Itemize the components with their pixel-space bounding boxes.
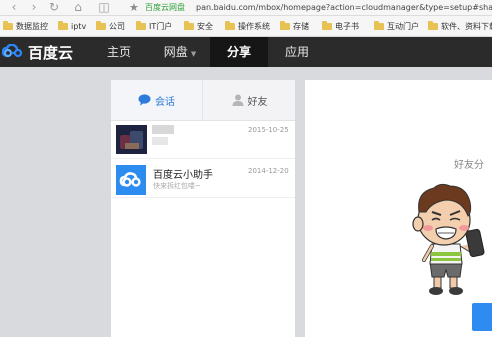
folder-icon [374, 20, 384, 30]
bookmark-folder[interactable]: 数据监控 [3, 16, 48, 36]
avatar [116, 125, 147, 154]
chevron-down-icon: ▼ [190, 50, 197, 58]
nav-home-label: 主页 [106, 45, 131, 59]
nav-home[interactable]: 主页 [98, 37, 140, 67]
site-name: 百度云网盘 [145, 3, 185, 12]
folder-icon [428, 20, 438, 30]
back-icon[interactable]: ‹ [6, 0, 22, 15]
tab-conversations-label: 会话 [155, 96, 175, 108]
conversation-date: 2014-12-20 [248, 167, 289, 175]
chat-bubble-icon [138, 94, 151, 106]
nav-netdisk-label: 网盘 [163, 45, 188, 59]
bookmark-folder[interactable]: 安全 [184, 16, 213, 36]
bookmark-folder[interactable]: 存储 [280, 16, 309, 36]
reload-icon[interactable]: ↻ [46, 0, 62, 15]
bookmark-folder[interactable]: 公司 [96, 16, 125, 36]
nav-apps[interactable]: 应用 [272, 37, 322, 67]
bookmark-folder[interactable]: 电子书 [322, 16, 359, 36]
bookmark-folder[interactable]: 操作系统 [225, 16, 270, 36]
conversation-preview: 快来拆红包喽~ [153, 182, 201, 190]
url-input[interactable]: pan.baidu.com/mbox/homepage?action=cloud… [196, 0, 492, 15]
folder-icon [3, 20, 13, 30]
cloud-logo-icon [2, 44, 23, 58]
assistant-avatar [116, 165, 146, 195]
forward-icon[interactable]: › [26, 0, 42, 15]
nav-apps-label: 应用 [284, 45, 309, 59]
folder-icon [184, 20, 194, 30]
conversation-name: 百度云小助手 [153, 170, 213, 181]
action-button[interactable] [472, 303, 492, 331]
tab-friends-label: 好友 [247, 96, 268, 108]
folder-icon [136, 20, 146, 30]
nav-netdisk[interactable]: 网盘 ▼ [152, 37, 208, 67]
tab-conversations[interactable]: 会话 [111, 80, 202, 120]
logo-text: 百度云 [28, 43, 74, 62]
blurred-name [152, 125, 174, 134]
bookmark-folder[interactable]: 互动门户 [374, 16, 419, 36]
bookmark-star-icon[interactable]: ★ [129, 0, 139, 15]
tab-friends[interactable]: 好友 [202, 80, 296, 120]
home-icon[interactable]: ⌂ [70, 0, 86, 15]
reader-icon[interactable]: ◫ [96, 0, 112, 15]
folder-icon [280, 20, 290, 30]
nav-share-label: 分享 [226, 45, 251, 59]
folder-icon [96, 20, 106, 30]
bookmark-folder[interactable]: iptv [58, 16, 86, 36]
folder-icon [225, 20, 235, 30]
folder-icon [58, 20, 68, 30]
cloud-logo-icon [119, 172, 141, 187]
conversation-date: 2015-10-25 [248, 126, 289, 134]
bookmark-folder[interactable]: 软件、资料下载 [428, 16, 492, 36]
nav-share[interactable]: 分享 [210, 37, 268, 67]
bookmark-folder[interactable]: IT门户 [136, 16, 172, 36]
person-icon [232, 94, 243, 106]
friend-share-title: 好友分 [454, 160, 484, 171]
mascot-illustration [412, 183, 485, 295]
baidu-yun-logo[interactable]: 百度云 [0, 37, 73, 67]
blurred-preview [152, 137, 168, 145]
folder-icon [322, 20, 332, 30]
